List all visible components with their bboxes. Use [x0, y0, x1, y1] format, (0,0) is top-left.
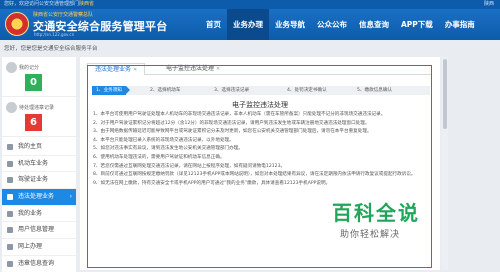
menu-icon — [7, 160, 13, 167]
points-icon — [6, 62, 17, 73]
nav-item-3[interactable]: 公众公布 — [311, 9, 353, 40]
panel-title: 电子监控违法处理 — [232, 101, 288, 109]
rule-item: 3、由于网络数据传输延迟可能导致网平台或驾驶证累积记分未及时更新，如您在公安机关… — [93, 129, 372, 135]
rule-item: 4、本平台只能处理已录入系统的非现场交通违法记录，以外地处理。 — [93, 137, 234, 143]
step-2: 2、选择机动车 — [150, 88, 181, 93]
watermark-brand: 百科全说 — [332, 201, 420, 225]
sidebar-item-label: 机动车业务 — [18, 159, 49, 167]
nav-item-4[interactable]: 信息查询 — [353, 9, 395, 40]
stat-value: 6 — [25, 114, 42, 131]
sidebar-item-label: 我的业务 — [18, 209, 43, 217]
welcome-text: 您好，欢迎访问公安交通管理部门陕西省 — [4, 1, 95, 7]
nav-item-1[interactable]: 业务办理 — [227, 9, 269, 40]
nav-item-2[interactable]: 业务导航 — [269, 9, 311, 40]
sidebar-item-label: 违章信息查询 — [18, 259, 55, 267]
menu-icon — [7, 144, 13, 150]
police-emblem-icon — [5, 12, 29, 36]
menu-icon — [7, 260, 13, 267]
breadcrumb: 您好，您是您是交通安全综合服务平台 — [4, 46, 98, 52]
sidebar-item-label: 我的主页 — [18, 143, 43, 150]
sidebar-item-4[interactable]: 我的业务 — [2, 206, 76, 223]
stat-label: 我的记分 — [19, 65, 40, 71]
menu-icon — [7, 194, 13, 201]
chevron-right-icon: › — [69, 193, 72, 201]
stat-label: 待处理违章记录 — [19, 105, 55, 111]
step-5: 5、缴款信息确认 — [357, 88, 393, 93]
sidebar-item-3[interactable]: 违法处理业务 › — [2, 189, 76, 206]
menu-icon — [7, 244, 13, 251]
sidebar-item-label: 网上办理 — [18, 243, 43, 251]
sidebar-item-label: 违法处理业务 — [18, 193, 55, 201]
menu-icon — [7, 227, 13, 234]
stat-pending-violations[interactable]: 待处理违章记录 6 — [2, 97, 76, 137]
menu-icon — [7, 210, 13, 217]
nav-item-0[interactable]: 首页 — [200, 9, 227, 40]
rule-item: 2、对于用户驾驶证累积记分将超过12分（含12分）的非现场交通违法记录，请用户到… — [93, 120, 370, 126]
sidebar-item-label: 驾驶证业务 — [18, 176, 49, 184]
org-name: 陕西省公安厅交通警察总队 — [33, 12, 94, 18]
scrollbar-thumb[interactable] — [443, 59, 447, 129]
rule-item: 9、如无法在网上缴款，持有交通安全卡或手机APP的用户可通过“我的业务”缴款，具… — [93, 180, 331, 186]
sidebar-menu: 我的主页机动车业务驾驶证业务违法处理业务 › 我的业务用户信息管理 网上办理违章信息查… — [2, 139, 76, 272]
step-3: 3、选择违法记录 — [214, 88, 250, 93]
rule-item: 5、如您对违法事实有异议，请到违法发生地公安机关交通管理部门办理。 — [93, 146, 243, 152]
rule-item: 7、若您仅需通过互联网处理交通违法记录，请在网站上按程序处理，如有疑问请致电12… — [93, 163, 286, 169]
top-strip: 您好，欢迎访问公安交通管理部门陕西省 陕西 — [0, 0, 500, 9]
rules-text: 1、本平台可使用用户驾驶证处理本人机动车的非现场交通违法记录，非本人机动车（需在… — [93, 111, 425, 188]
step-1: 1、业务须知 — [92, 86, 130, 95]
sidebar-item-5[interactable]: 用户信息管理 — [2, 222, 76, 240]
sidebar-item-label: 用户信息管理 — [18, 226, 55, 234]
menu-icon — [7, 177, 13, 184]
rule-item: 1、本平台可使用用户驾驶证处理本人机动车的非现场交通违法记录，非本人机动车（需在… — [93, 112, 386, 117]
watermark-slogan: 助你轻松解决 — [340, 230, 401, 240]
region-link[interactable]: 陕西 — [484, 0, 494, 9]
stat-value: 0 — [25, 74, 42, 91]
sidebar-item-6[interactable]: 网上办理 — [2, 239, 76, 256]
main-nav: 首页 业务办理 业务导航 公众公布 信息查询 APP下载 办事指南 — [200, 9, 481, 40]
nav-item-6[interactable]: 办事指南 — [439, 9, 481, 40]
region-highlight[interactable]: 陕西省 — [79, 1, 94, 7]
step-4: 4、处罚决定书确认 — [287, 88, 327, 93]
sidebar: 我的记分 0 待处理违章记录 6 我的主页 机动车业务 驾驶证业务 违法处理业务 › 我的… — [2, 57, 76, 272]
sidebar-item-0[interactable]: 我的主页 — [2, 139, 76, 156]
violation-icon — [6, 102, 17, 113]
watermark: 百科全说 助你轻松解决 — [332, 197, 482, 251]
sidebar-item-7[interactable]: 违章信息查询 — [2, 256, 76, 272]
step-indicator: 1、业务须知 2、选择机动车 3、选择违法记录 4、处罚决定书确认 5、缴款信息… — [92, 86, 430, 95]
nav-item-5[interactable]: APP下载 — [395, 9, 439, 40]
sidebar-item-2[interactable]: 驾驶证业务 — [2, 172, 76, 190]
rule-item: 6、使用机动车处理违法的，需要用户驾驶证和机动车信息正确。 — [93, 154, 225, 160]
sidebar-item-1[interactable]: 机动车业务 — [2, 156, 76, 173]
rule-item: 8、目前仅可通过互联网按规定缴纳罚款（详见12123手机APP或本网站说明），如… — [93, 172, 416, 178]
site-header: 陕西省公安厅交通警察总队 交通安全综合服务管理平台 http://sn.122.… — [0, 9, 500, 40]
stat-points[interactable]: 我的记分 0 — [2, 57, 76, 97]
site-url: http://sn.122.gov.cn — [34, 32, 75, 37]
